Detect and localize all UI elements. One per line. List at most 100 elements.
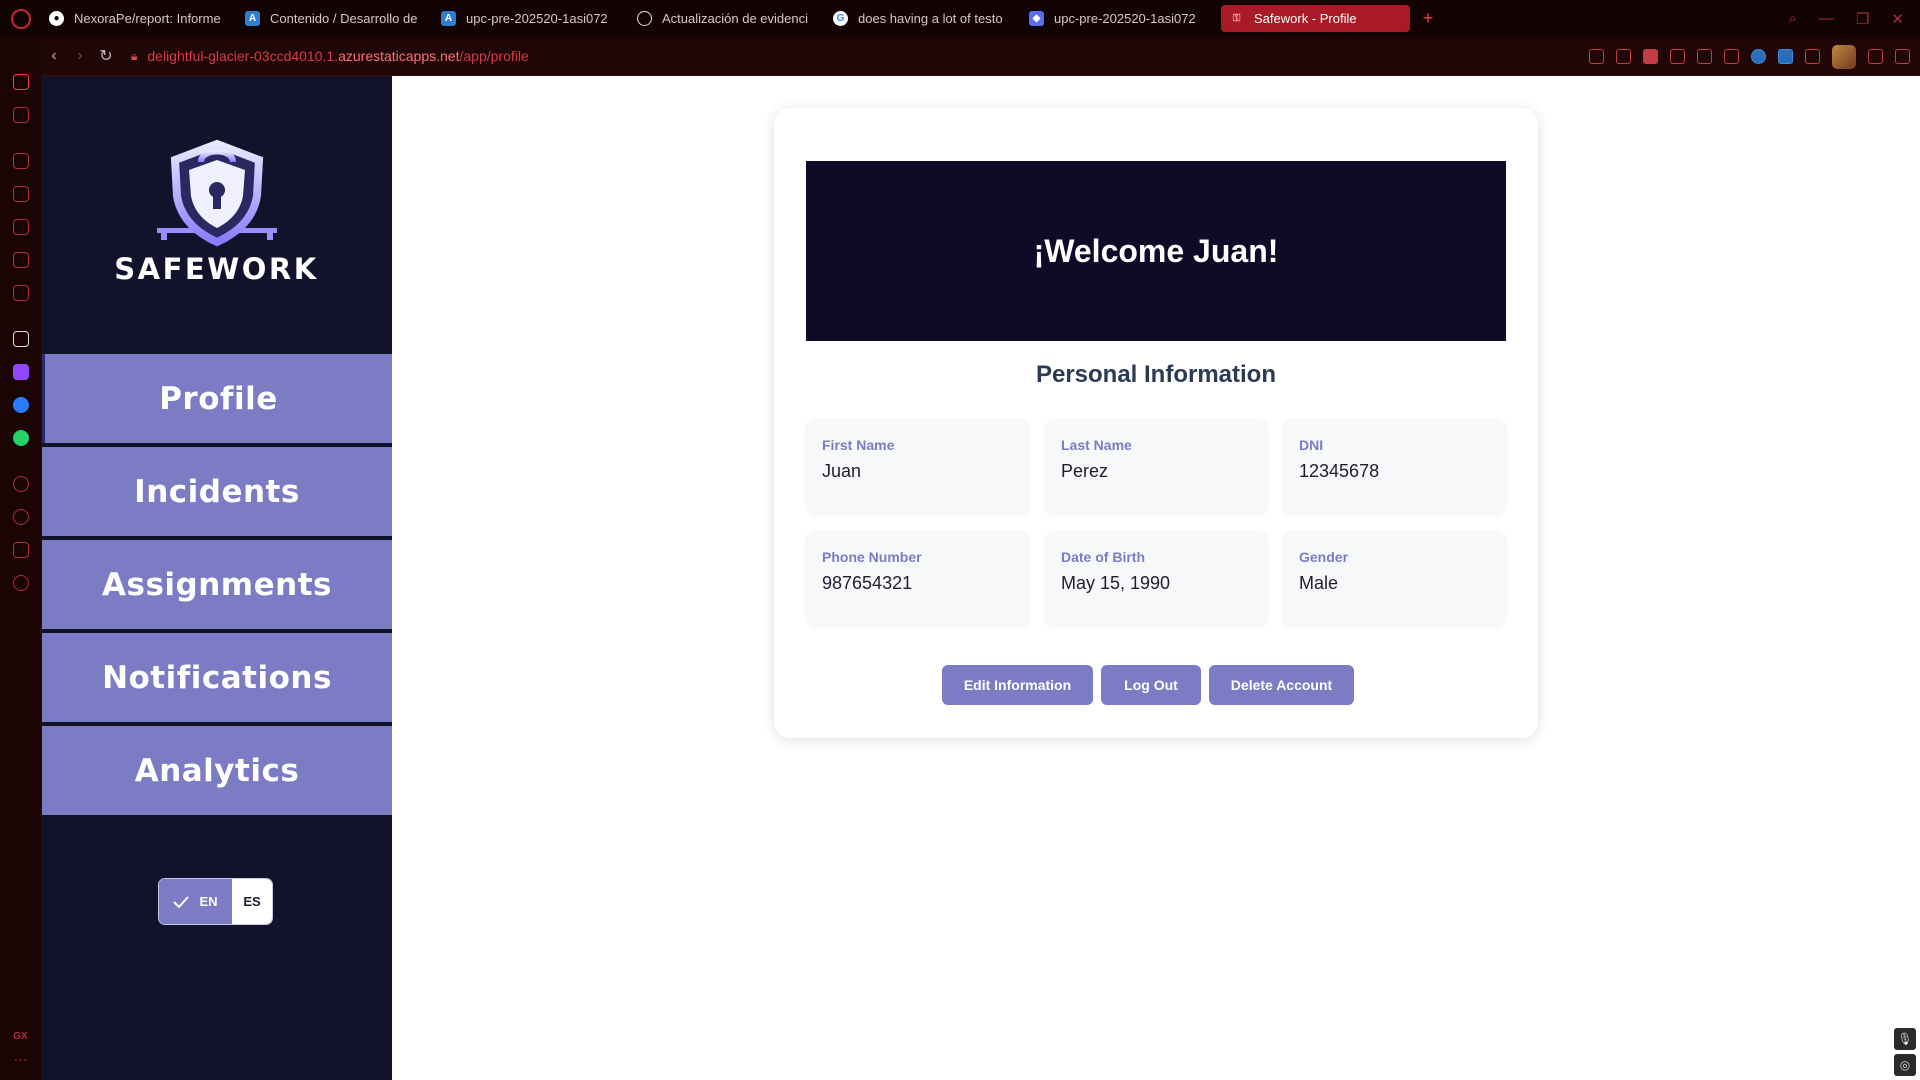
shield-lock-icon [156, 139, 277, 247]
more-icon[interactable]: ⋯ [14, 1051, 28, 1068]
edit-information-button[interactable]: Edit Information [942, 665, 1093, 705]
browser-tab-bar: ● NexoraPe/report: Informe A Contenido /… [0, 0, 1920, 37]
sidebar-item-assignments[interactable]: Assignments [42, 540, 392, 629]
refresh-icon[interactable] [12, 186, 29, 202]
control-icon[interactable] [12, 219, 29, 235]
safework-icon: ⚿ [1232, 13, 1241, 24]
brand-name: SAFEWORK [114, 252, 319, 286]
app-viewport: SAFEWORK Profile Incidents Assignments N… [41, 76, 1920, 1080]
tab-label: upc-pre-202520-1asi072 [466, 11, 608, 26]
reload-icon[interactable]: ↻ [93, 46, 119, 66]
sidebar-item-analytics[interactable]: Analytics [42, 726, 392, 815]
extension-icon[interactable] [1778, 49, 1793, 64]
browser-tab[interactable]: G does having a lot of testo [825, 5, 1021, 32]
field-value: Juan [822, 461, 862, 481]
snapshot-icon[interactable] [1616, 49, 1631, 64]
lang-en-label: EN [199, 894, 218, 909]
main-content: ¡Welcome Juan! Personal Information Firs… [392, 76, 1920, 1080]
sidebar-item-label: Analytics [134, 752, 300, 789]
bookmark-icon[interactable] [1589, 49, 1604, 64]
browser-tab[interactable]: A upc-pre-202520-1asi072 [433, 5, 629, 32]
back-icon[interactable]: ‹ [41, 47, 67, 65]
opera-logo-icon[interactable] [0, 0, 41, 37]
log-out-button[interactable]: Log Out [1101, 665, 1201, 705]
url-prefix: delightful-glacier-03ccd4010.1. [147, 48, 339, 64]
translate-icon[interactable] [1670, 49, 1685, 64]
sidebar-item-label: Incidents [134, 473, 300, 510]
tab-label: NexoraPe/report: Informe [74, 11, 221, 26]
home-icon[interactable] [12, 74, 29, 90]
player-icon[interactable] [12, 476, 29, 492]
puzzle-icon[interactable] [1805, 49, 1820, 64]
url-path: /app/profile [459, 48, 529, 64]
settings-icon[interactable] [12, 575, 29, 591]
sidebar-item-notifications[interactable]: Notifications [42, 633, 392, 722]
field-label: Gender [1299, 549, 1349, 565]
sidebar-item-profile[interactable]: Profile [42, 354, 392, 443]
tab-label: upc-pre-202520-1asi072 [1054, 11, 1196, 26]
chatgpt-icon [637, 11, 652, 26]
sidebar-item-label: Assignments [102, 566, 332, 603]
shield-icon[interactable] [1643, 49, 1658, 64]
browser-tab-active[interactable]: ⚿ Safework - Profile [1221, 5, 1410, 32]
forward-icon[interactable]: › [67, 47, 93, 65]
github-icon: ● [49, 11, 64, 26]
browser-tab[interactable]: ● NexoraPe/report: Informe [41, 5, 237, 32]
lang-en-button[interactable]: EN [159, 879, 232, 924]
field-label: First Name [822, 437, 895, 453]
browser-tab[interactable]: A Contenido / Desarrollo de [237, 5, 433, 32]
history-icon[interactable] [12, 509, 29, 525]
restore-icon[interactable]: ❐ [1856, 10, 1869, 28]
new-tab-icon[interactable]: + [1418, 8, 1438, 29]
gaming-icon[interactable] [12, 107, 29, 123]
microphone-icon[interactable]: 🎙︎ [1894, 1028, 1916, 1050]
extensions-icon[interactable] [12, 542, 29, 558]
main-nav: Profile Incidents Assignments Notificati… [42, 354, 392, 819]
aria-icon[interactable] [12, 331, 29, 347]
delete-account-button[interactable]: Delete Account [1209, 665, 1354, 705]
close-icon[interactable]: ✕ [1891, 10, 1904, 28]
search-icon[interactable]: ⌕ [1789, 10, 1797, 27]
minimize-icon[interactable]: — [1819, 10, 1834, 27]
last-name-field: Last Name Perez [1045, 419, 1268, 514]
menu-icon[interactable] [1895, 49, 1910, 64]
messenger-icon[interactable] [12, 397, 29, 413]
gx-icon[interactable]: GX [13, 1031, 27, 1042]
url-field[interactable]: delightful-glacier-03ccd4010.1.azurestat… [147, 48, 528, 64]
azure-devops-icon: A [245, 11, 260, 26]
tab-label: Contenido / Desarrollo de [270, 11, 418, 26]
logo: SAFEWORK [41, 138, 392, 286]
azure-devops-icon: A [441, 11, 456, 26]
play-icon[interactable] [1697, 49, 1712, 64]
lang-es-label: ES [243, 894, 261, 909]
browser-tab[interactable]: Actualización de evidenci [629, 5, 825, 32]
sidebar: SAFEWORK Profile Incidents Assignments N… [41, 76, 392, 1080]
twitch-icon[interactable] [12, 364, 29, 380]
welcome-banner: ¡Welcome Juan! [806, 161, 1506, 341]
extension-icon[interactable] [1751, 49, 1766, 64]
dni-field: DNI 12345678 [1283, 419, 1506, 514]
target-icon[interactable]: ◎ [1894, 1054, 1916, 1076]
avatar[interactable] [1832, 44, 1856, 69]
phone-number-field: Phone Number 987654321 [806, 531, 1029, 626]
date-of-birth-field: Date of Birth May 15, 1990 [1045, 531, 1268, 626]
grid-icon[interactable] [12, 252, 29, 268]
check-icon [173, 895, 190, 908]
lang-es-button[interactable]: ES [232, 879, 272, 924]
field-value: May 15, 1990 [1061, 573, 1171, 593]
sidebar-item-incidents[interactable]: Incidents [42, 447, 392, 536]
lock-icon[interactable]: 🔒︎ [131, 49, 137, 64]
download-icon[interactable] [1868, 49, 1883, 64]
heart-icon[interactable] [1724, 49, 1739, 64]
app-icon: ◆ [1029, 11, 1044, 26]
whatsapp-icon[interactable] [12, 430, 29, 446]
m-icon[interactable] [12, 285, 29, 301]
language-toggle: EN ES [158, 878, 273, 925]
tab-label: does having a lot of testo [858, 11, 1003, 26]
field-value: 12345678 [1299, 461, 1380, 481]
first-name-field: First Name Juan [806, 419, 1029, 514]
tab-label: Safework - Profile [1254, 11, 1357, 26]
window-controls: ⌕ — ❐ ✕ [1789, 0, 1920, 37]
browser-tab[interactable]: ◆ upc-pre-202520-1asi072 [1021, 5, 1217, 32]
gaming-icon[interactable] [12, 153, 29, 169]
